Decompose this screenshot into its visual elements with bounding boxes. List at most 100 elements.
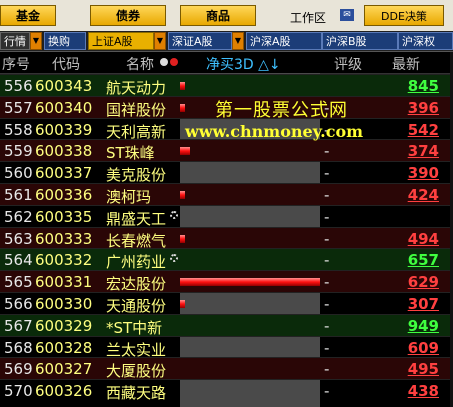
row-latest: 845 (407, 77, 439, 95)
row-seq: 563 (4, 229, 33, 248)
row-latest: 396 (407, 98, 439, 117)
watermark-title: 第一股票公式网 (215, 100, 348, 121)
row-code: 600331 (35, 273, 93, 292)
table-row[interactable]: 567 600329 *ST中新 -949 (0, 313, 453, 337)
table-row[interactable]: 562 600335 鼎盛天工 - (0, 204, 453, 228)
row-code: 600337 (35, 164, 93, 183)
tab-quotes-dropdown-icon[interactable]: ▼ (30, 32, 42, 50)
row-code: 600340 (35, 98, 93, 117)
tab-sz-a[interactable]: 深证A股 (168, 32, 232, 50)
row-seq: 568 (4, 338, 33, 357)
row-code: 600329 (35, 316, 93, 335)
row-rating: - (324, 251, 330, 270)
tab-sh-a[interactable]: 上证A股 (88, 32, 154, 50)
row-code: 600332 (35, 251, 93, 270)
table-row[interactable]: 570 600326 西藏天路 - 438 (0, 379, 453, 403)
mail-icon[interactable]: ✉ (340, 9, 354, 21)
row-code: 600333 (35, 229, 93, 248)
tab-hs-b[interactable]: 沪深B股 (322, 32, 398, 50)
table-row[interactable]: 566 600330 天通股份 -307 (0, 292, 453, 315)
net-buy-bar (180, 103, 185, 112)
row-rating: - (324, 338, 330, 357)
commodity-button[interactable]: 商品 (180, 5, 256, 26)
table-row[interactable]: 565 600331 宏达股份 -629 (0, 270, 453, 293)
row-code: 600338 (35, 142, 93, 161)
row-seq: 561 (4, 186, 33, 204)
tab-exchange[interactable]: 换购 (44, 32, 86, 50)
row-rating: - (324, 207, 330, 226)
row-latest: 609 (407, 338, 439, 357)
col-net-buy-3d[interactable]: 净买3D △↓ (206, 54, 281, 74)
row-code: 600327 (35, 360, 93, 379)
row-latest: 949 (407, 316, 439, 335)
row-rating: - (324, 382, 330, 401)
workspace-label[interactable]: 工作区 (290, 9, 326, 26)
column-header: 序号 代码 名称 净买3D △↓ 评级 最新 (0, 52, 453, 74)
gear-icon (170, 254, 178, 263)
gear-icon (170, 210, 178, 219)
tab-quotes[interactable]: 行情 (0, 32, 30, 50)
row-rating: - (324, 360, 330, 379)
col-code[interactable]: 代码 (52, 54, 80, 74)
watermark-url: www.chnmoney.com (185, 122, 364, 141)
row-code: 600336 (35, 186, 93, 204)
col-latest[interactable]: 最新 (392, 54, 420, 74)
row-code: 600330 (35, 295, 93, 313)
bond-button[interactable]: 债券 (90, 5, 166, 26)
col-seq[interactable]: 序号 (2, 54, 30, 74)
row-name: 西藏天路 (106, 384, 167, 403)
table-row[interactable]: 564 600332 广州药业 -657 (0, 248, 453, 271)
row-seq: 566 (4, 295, 33, 313)
market-tab-bar: 行情 ▼ 换购 上证A股 ▼ 深证A股 ▼ 沪深A股 沪深B股 沪深权 (0, 31, 453, 52)
row-seq: 565 (4, 273, 33, 292)
row-latest: 542 (407, 120, 439, 139)
col-rating[interactable]: 评级 (334, 54, 362, 74)
row-seq: 559 (4, 142, 33, 161)
tab-hs-a[interactable]: 沪深A股 (246, 32, 322, 50)
table-row[interactable]: 556 600343 航天动力 845 (0, 74, 453, 97)
row-latest: 390 (407, 164, 439, 183)
white-dot-icon (160, 58, 168, 66)
net-buy-bar (180, 300, 185, 308)
net-buy-bar (180, 278, 320, 287)
net-buy-bar (180, 147, 190, 156)
row-code: 600343 (35, 77, 93, 95)
row-latest: 495 (407, 360, 439, 379)
row-seq: 556 (4, 77, 33, 95)
table-row[interactable]: 568 600328 兰太实业 -609 (0, 335, 453, 359)
row-seq: 564 (4, 251, 33, 270)
row-latest: 494 (407, 229, 439, 248)
row-rating: - (324, 164, 330, 183)
row-code: 600328 (35, 338, 93, 357)
row-latest: 424 (407, 186, 439, 204)
top-toolbar: 基金 债券 商品 工作区 ✉ DDE决策 (0, 0, 453, 32)
row-seq: 557 (4, 98, 33, 117)
row-code: 600326 (35, 382, 93, 401)
net-buy-bar (180, 191, 185, 199)
dde-decision-button[interactable]: DDE决策 (364, 5, 444, 26)
row-seq: 570 (4, 382, 33, 401)
tab-sz-a-dropdown-icon[interactable]: ▼ (232, 32, 244, 50)
row-rating: - (324, 316, 330, 335)
row-rating: - (324, 295, 330, 313)
row-latest: 629 (407, 273, 439, 292)
row-rating: - (324, 142, 330, 161)
col-name[interactable]: 名称 (126, 54, 154, 74)
tab-sh-a-dropdown-icon[interactable]: ▼ (154, 32, 166, 50)
table-row[interactable]: 563 600333 长春燃气 -494 (0, 226, 453, 250)
table-row[interactable]: 560 600337 美克股份 -390 (0, 161, 453, 184)
fund-button[interactable]: 基金 (0, 5, 56, 26)
row-latest: 374 (407, 142, 439, 161)
row-latest: 657 (407, 251, 439, 270)
table-row[interactable]: 559 600338 ST珠峰 -374 (0, 139, 453, 162)
table-row[interactable]: 569 600327 大厦股份 -495 (0, 357, 453, 380)
row-code: 600339 (35, 120, 93, 139)
tab-hs-warrant[interactable]: 沪深权 (398, 32, 453, 50)
row-code: 600335 (35, 207, 93, 226)
row-latest: 307 (407, 295, 439, 313)
row-rating: - (324, 229, 330, 248)
row-seq: 562 (4, 207, 33, 226)
table-row[interactable]: 561 600336 澳柯玛 -424 (0, 183, 453, 206)
row-latest: 438 (407, 382, 439, 401)
net-buy-bar (180, 234, 185, 243)
